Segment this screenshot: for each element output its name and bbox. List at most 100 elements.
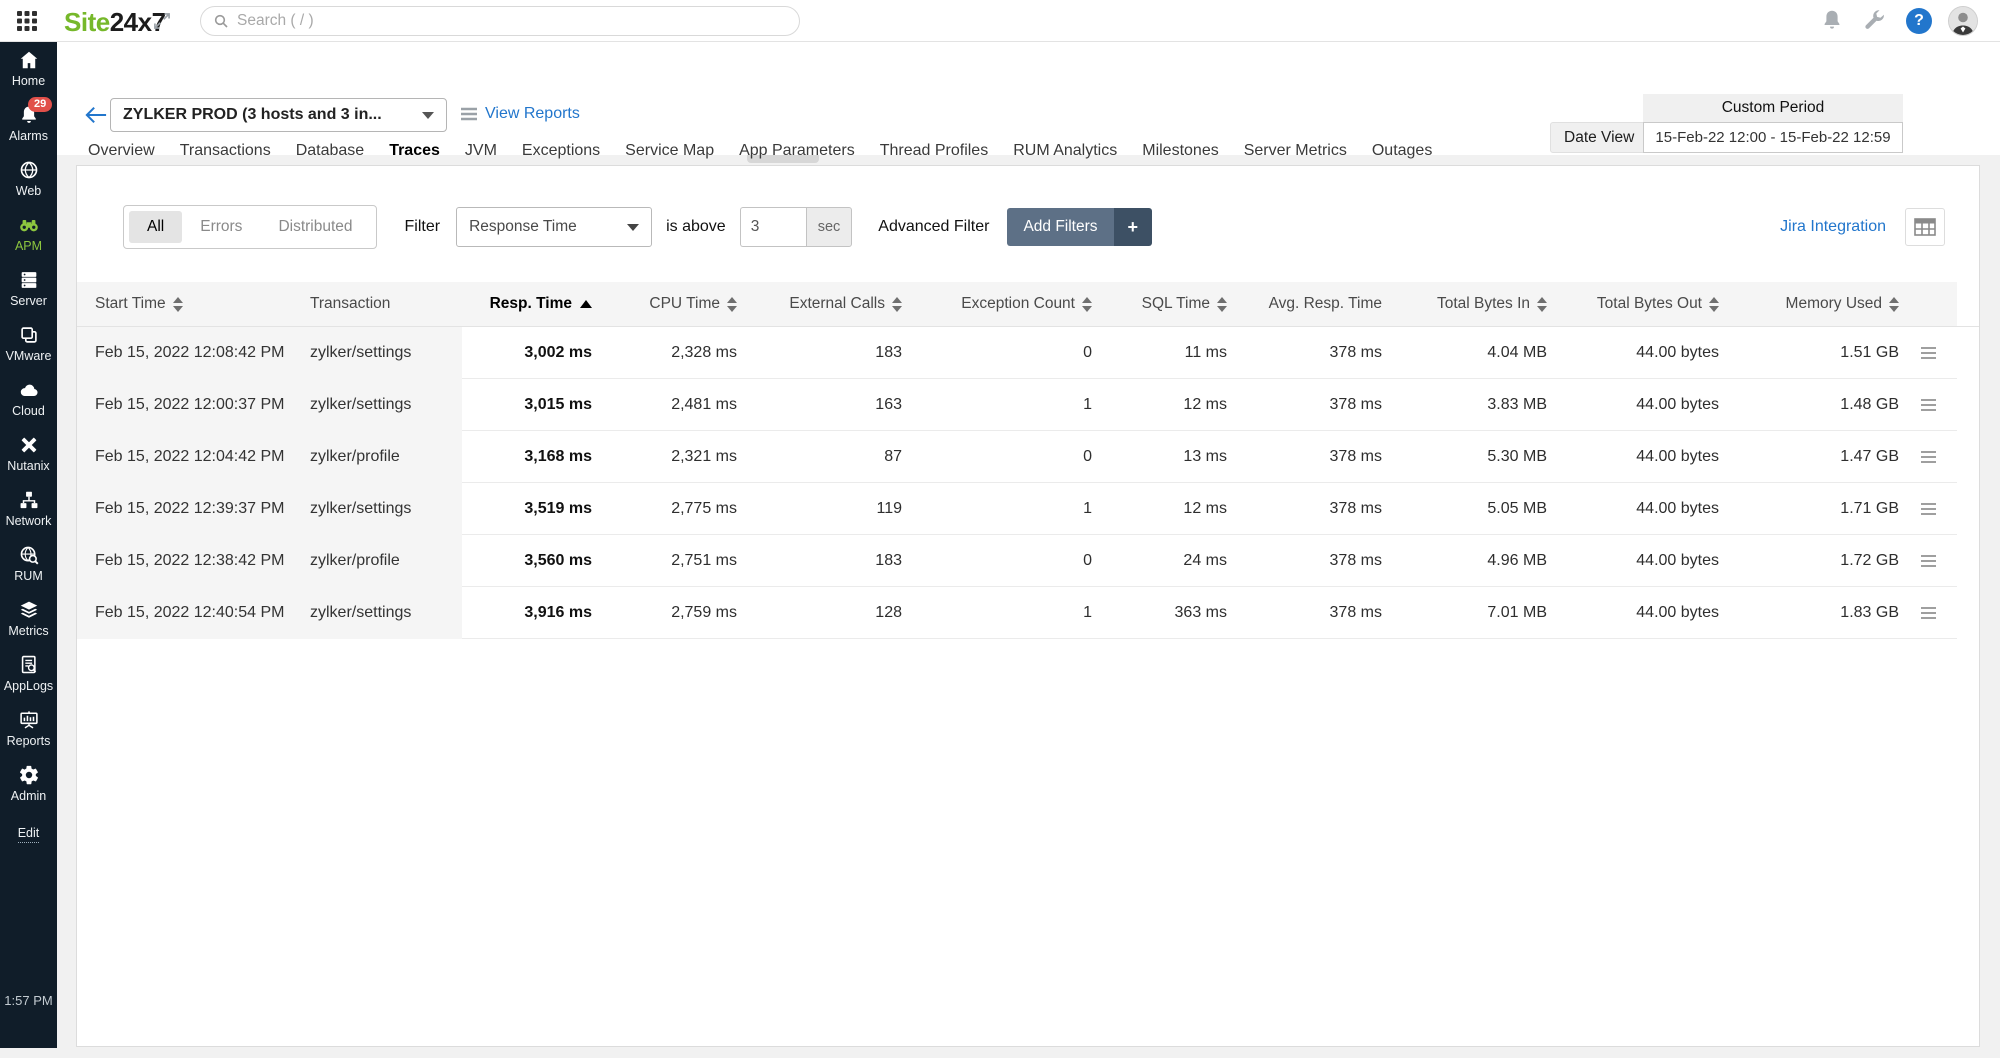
row-menu-button[interactable] <box>1917 551 1940 571</box>
tab-jvm[interactable]: JVM <box>465 142 497 160</box>
sidebar-item-edit[interactable]: Edit <box>0 817 57 849</box>
tab-service-map[interactable]: Service Map <box>625 142 714 160</box>
cell-sql-time-row3: 13 ms <box>1092 431 1227 483</box>
sort-ascending-icon <box>580 300 592 308</box>
sidebar-item-applogs[interactable]: AppLogs <box>0 647 57 699</box>
cell-total-bytes-out-row1: 44.00 bytes <box>1547 327 1719 379</box>
sidebar-item-web[interactable]: Web <box>0 152 57 204</box>
tab-app-parameters[interactable]: App Parameters <box>739 142 855 160</box>
row-menu-button[interactable] <box>1917 603 1940 623</box>
column-header-total-bytes-out[interactable]: Total Bytes Out <box>1547 282 1719 327</box>
rum-icon <box>0 544 57 566</box>
column-header-external-calls[interactable]: External Calls <box>737 282 902 327</box>
sidebar-item-network[interactable]: Network <box>0 482 57 534</box>
tools-wrench-icon[interactable] <box>1862 8 1886 32</box>
cell-start-time-row3: Feb 15, 2022 12:04:42 PM <box>77 431 292 483</box>
cell-total-bytes-out-row3: 44.00 bytes <box>1547 431 1719 483</box>
tab-overview[interactable]: Overview <box>88 142 155 160</box>
sidebar-item-admin[interactable]: Admin <box>0 757 57 809</box>
sidebar-item-metrics[interactable]: Metrics <box>0 592 57 644</box>
cell-avg-resp-time-row5: 378 ms <box>1227 535 1382 587</box>
row-menu-button[interactable] <box>1917 447 1940 467</box>
tab-database[interactable]: Database <box>296 142 365 160</box>
view-reports-link[interactable]: View Reports <box>460 105 580 123</box>
tab-transactions[interactable]: Transactions <box>180 142 271 160</box>
row-menu-button[interactable] <box>1917 395 1940 415</box>
column-picker-button[interactable] <box>1905 208 1945 246</box>
sidebar-item-nutanix[interactable]: Nutanix <box>0 427 57 479</box>
column-header-label: Transaction <box>310 295 390 313</box>
apps-grid-icon[interactable] <box>16 10 38 32</box>
tab-rum-analytics[interactable]: RUM Analytics <box>1013 142 1117 160</box>
column-header-exception-count[interactable]: Exception Count <box>902 282 1092 327</box>
column-header-sql-time[interactable]: SQL Time <box>1092 282 1227 327</box>
tab-traces[interactable]: Traces <box>389 142 440 160</box>
sidebar-item-vmware[interactable]: VMware <box>0 317 57 369</box>
plus-icon[interactable]: + <box>1114 208 1153 246</box>
threshold-input[interactable] <box>740 207 806 247</box>
row-menu-button[interactable] <box>1917 343 1940 363</box>
server-icon <box>0 269 57 291</box>
help-icon[interactable]: ? <box>1906 8 1932 34</box>
cell-sql-time-row2: 12 ms <box>1092 379 1227 431</box>
sidebar-item-cloud[interactable]: Cloud <box>0 372 57 424</box>
column-header-cpu-time[interactable]: CPU Time <box>592 282 737 327</box>
segment-distributed[interactable]: Distributed <box>260 211 370 243</box>
alarm-count-badge: 29 <box>28 97 52 112</box>
user-avatar[interactable] <box>1948 6 1978 36</box>
search-input[interactable] <box>237 12 787 30</box>
column-header-avg-resp-time: Avg. Resp. Time <box>1227 282 1382 327</box>
sidebar-item-home[interactable]: Home <box>0 42 57 94</box>
tab-thread-profiles[interactable]: Thread Profiles <box>880 142 989 160</box>
filter-metric-dropdown[interactable]: Response Time <box>456 207 652 247</box>
segment-errors[interactable]: Errors <box>182 211 260 243</box>
sidebar-item-alarms[interactable]: Alarms29 <box>0 97 57 149</box>
sort-icon <box>727 297 737 312</box>
global-search[interactable] <box>200 6 800 36</box>
tab-outages[interactable]: Outages <box>1372 142 1432 160</box>
cell-start-time-row4: Feb 15, 2022 12:39:37 PM <box>77 483 292 535</box>
sidebar-item-label: AppLogs <box>0 679 57 693</box>
column-header-total-bytes-in[interactable]: Total Bytes In <box>1382 282 1547 327</box>
sidebar-item-label: Web <box>0 184 57 198</box>
custom-period-panel: Custom Period 15-Feb-22 12:00 - 15-Feb-2… <box>1643 94 1903 153</box>
jira-integration-link[interactable]: Jira Integration <box>1780 218 1886 236</box>
cell-exception-count-row5: 0 <box>902 535 1092 587</box>
column-header-memory-used[interactable]: Memory Used <box>1719 282 1899 327</box>
filter-bar: AllErrorsDistributed Filter Response Tim… <box>123 202 1945 252</box>
column-header-resp-time[interactable]: Resp. Time <box>462 282 592 327</box>
sidebar-item-label: Home <box>0 74 57 88</box>
monitor-dropdown[interactable]: ZYLKER PROD (3 hosts and 3 in... <box>110 98 447 132</box>
sidebar-item-rum[interactable]: RUM <box>0 537 57 589</box>
sort-icon <box>1889 297 1899 312</box>
gear-icon <box>0 764 57 786</box>
column-header-start-time[interactable]: Start Time <box>77 282 292 327</box>
cell-sql-time-row1: 11 ms <box>1092 327 1227 379</box>
back-arrow-icon[interactable] <box>85 105 107 125</box>
sidebar-item-apm[interactable]: APM <box>0 207 57 259</box>
row-menu-button[interactable] <box>1917 499 1940 519</box>
tab-exceptions[interactable]: Exceptions <box>522 142 600 160</box>
tab-milestones[interactable]: Milestones <box>1142 142 1218 160</box>
top-bar: Site24x7 ? <box>0 0 2000 42</box>
sidebar-item-reports[interactable]: Reports <box>0 702 57 754</box>
date-range-picker[interactable]: 15-Feb-22 12:00 - 15-Feb-22 12:59 <box>1643 122 1903 153</box>
sidebar-item-server[interactable]: Server <box>0 262 57 314</box>
cell-cpu-time-row3: 2,321 ms <box>592 431 737 483</box>
add-filters-button[interactable]: Add Filters + <box>1007 208 1152 246</box>
site24x7-logo[interactable]: Site24x7 <box>64 7 166 38</box>
cell-avg-resp-time-row1: 378 ms <box>1227 327 1382 379</box>
column-header-label: Resp. Time <box>490 295 572 313</box>
column-header-label: Start Time <box>95 295 166 313</box>
chevron-down-icon <box>627 224 639 231</box>
cell-external-calls-row6: 128 <box>737 587 902 639</box>
announcements-bell-icon[interactable] <box>1820 8 1844 32</box>
column-header-label: CPU Time <box>649 295 720 313</box>
expand-icon[interactable] <box>152 11 172 31</box>
threshold-group: sec <box>740 207 853 247</box>
custom-period-label: Custom Period <box>1643 94 1903 122</box>
segment-all[interactable]: All <box>129 211 182 243</box>
cell-memory-used-row4: 1.71 GB <box>1719 483 1899 535</box>
tab-server-metrics[interactable]: Server Metrics <box>1244 142 1347 160</box>
cell-memory-used-row2: 1.48 GB <box>1719 379 1899 431</box>
